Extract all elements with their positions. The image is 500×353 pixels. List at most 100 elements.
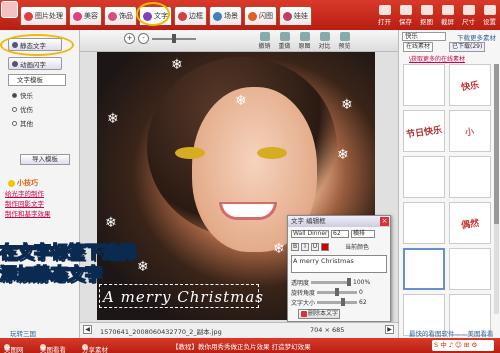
- get-more-link[interactable]: \获取更多的在线素材: [409, 54, 465, 63]
- sparkle-icon: [12, 60, 18, 67]
- font-select[interactable]: Wall Dinner: [291, 230, 329, 238]
- slider-handle[interactable]: [347, 278, 352, 286]
- tab-flash[interactable]: 闪图: [244, 6, 277, 25]
- open-button[interactable]: 打开: [374, 5, 395, 26]
- ime-toolbar[interactable]: S 中 ♪ ☺ ⊞ ⚙: [432, 340, 494, 351]
- zoom-slider-handle[interactable]: [172, 34, 176, 43]
- material-thumb[interactable]: 节日快乐: [403, 110, 445, 152]
- preview-button[interactable]: 预览: [336, 32, 353, 50]
- italic-button[interactable]: I: [301, 242, 309, 251]
- material-thumb[interactable]: [403, 156, 445, 198]
- photo-smile: [219, 202, 277, 220]
- material-thumb[interactable]: [403, 64, 445, 106]
- compare-icon: [319, 32, 330, 41]
- photo-eye-right: [257, 147, 287, 159]
- next-image-button[interactable]: ▶: [385, 325, 394, 334]
- radio-other[interactable]: 其他: [12, 118, 33, 128]
- material-scrollbar[interactable]: [494, 64, 499, 314]
- undo-button[interactable]: 撤销: [256, 32, 273, 50]
- delete-text-button[interactable]: 删除本文字: [298, 309, 340, 319]
- download-more-link[interactable]: 下载更多素材: [457, 32, 496, 42]
- snowflake-icon: ❄: [105, 215, 117, 231]
- rotate-slider[interactable]: [317, 288, 358, 296]
- color-label: 当前颜色: [345, 244, 370, 251]
- cutout-button[interactable]: 抠图: [416, 5, 437, 26]
- tab-text[interactable]: 文字: [139, 6, 172, 25]
- radio-sad[interactable]: 优伤: [12, 104, 33, 114]
- prev-image-button[interactable]: ◀: [83, 325, 92, 334]
- scrollbar-thumb[interactable]: [494, 64, 499, 224]
- tip-link-base[interactable]: 制作和基字效果: [5, 208, 51, 218]
- radio-happy[interactable]: 快乐: [12, 90, 33, 100]
- material-thumb[interactable]: [403, 202, 445, 244]
- three-kingdoms-link[interactable]: 玩转三国: [10, 328, 36, 338]
- font-row: Wall Dinner 62 横排: [291, 230, 375, 238]
- tab-frame[interactable]: 边框: [174, 6, 207, 25]
- slider-handle[interactable]: [335, 288, 340, 296]
- tip-link-shadow[interactable]: 制作回影文字: [5, 198, 44, 208]
- snowflake-icon: ❄: [341, 97, 353, 113]
- screenshot-button[interactable]: 截屏: [437, 5, 458, 26]
- zoom-in-button[interactable]: +: [124, 33, 135, 44]
- underline-button[interactable]: U: [311, 242, 319, 251]
- lightbulb-icon: [8, 179, 15, 187]
- close-icon[interactable]: ×: [380, 217, 389, 226]
- radio-dot: [12, 106, 17, 112]
- material-thumb[interactable]: [449, 156, 491, 198]
- zoom-out-button[interactable]: -: [138, 33, 149, 44]
- snowflake-icon: ❄: [107, 111, 119, 127]
- tab-scene[interactable]: 场景: [209, 6, 242, 25]
- tab-photo-edit[interactable]: 图片处理: [20, 6, 67, 25]
- orientation-select[interactable]: 横排: [351, 230, 375, 238]
- frame-icon: [178, 11, 187, 21]
- template-select[interactable]: 文字模板: [8, 74, 66, 86]
- size-select[interactable]: 62: [331, 230, 349, 238]
- snowflake-icon: ❄: [337, 147, 349, 163]
- size-button[interactable]: 尺寸: [458, 5, 479, 26]
- photo-icon: [24, 11, 33, 21]
- material-thumb-selected[interactable]: [403, 248, 445, 290]
- tab-accessories[interactable]: 饰品: [104, 6, 137, 25]
- material-thumb[interactable]: 偶然: [449, 202, 491, 244]
- settings-button[interactable]: 设置: [479, 5, 500, 26]
- resize-icon: [462, 5, 475, 15]
- tip-link-glow[interactable]: 给光字的制作: [5, 188, 44, 198]
- redo-button[interactable]: 重做: [276, 32, 293, 50]
- tab-downloaded[interactable]: 已下载(29): [449, 42, 486, 52]
- import-template-button[interactable]: 导入模板: [20, 154, 70, 165]
- bottom-bar: 美图网 美图看看 分享素材 【教程】教你用秀秀做正负片效果 打造梦幻效果 S 中…: [0, 338, 500, 353]
- material-thumb[interactable]: [449, 248, 491, 290]
- ribbon-icon: [108, 11, 117, 21]
- slider-handle[interactable]: [341, 298, 346, 306]
- fontsize-row: 文字大小 62: [291, 298, 367, 307]
- tab-online-material[interactable]: 在线素材: [403, 42, 434, 52]
- bold-button[interactable]: B: [291, 242, 299, 251]
- screenshot-icon: [441, 5, 454, 15]
- snowflake-icon: ❄: [171, 57, 183, 73]
- material-thumb[interactable]: 快乐: [449, 64, 491, 106]
- color-swatch[interactable]: [321, 242, 329, 251]
- highlight-ring: [0, 34, 74, 56]
- category-select[interactable]: 快乐: [402, 32, 446, 41]
- merry-christmas-text[interactable]: A merry Christmas: [103, 288, 264, 306]
- tab-doll[interactable]: 娃娃: [279, 6, 312, 25]
- text-input[interactable]: A merry Christmas: [291, 255, 387, 273]
- redo-icon: [279, 32, 290, 41]
- heart-icon: [73, 11, 82, 21]
- radio-dot: [12, 92, 17, 98]
- material-grid: 快乐 节日快乐 小 偶然: [403, 64, 493, 336]
- tab-beauty[interactable]: 美容: [69, 6, 102, 25]
- compare-button[interactable]: 对比: [316, 32, 333, 50]
- tutorial-link[interactable]: 【教程】教你用秀秀做正负片效果 打造梦幻效果: [172, 341, 311, 351]
- opacity-slider[interactable]: [311, 278, 352, 286]
- save-button[interactable]: 保存: [395, 5, 416, 26]
- flash-icon: [248, 11, 257, 21]
- material-thumb[interactable]: 小: [449, 110, 491, 152]
- filename-label: 1570641_2008060432770_2_副本.jpg: [100, 328, 222, 336]
- meitu-viewer-link[interactable]: 最快的看图软件——美图看看: [409, 328, 494, 338]
- scene-icon: [213, 11, 222, 21]
- animated-text-button[interactable]: 动画闪字: [8, 57, 62, 70]
- snowflake-icon: ❄: [137, 259, 149, 275]
- original-button[interactable]: 原图: [296, 32, 313, 50]
- fontsize-slider[interactable]: [317, 298, 358, 306]
